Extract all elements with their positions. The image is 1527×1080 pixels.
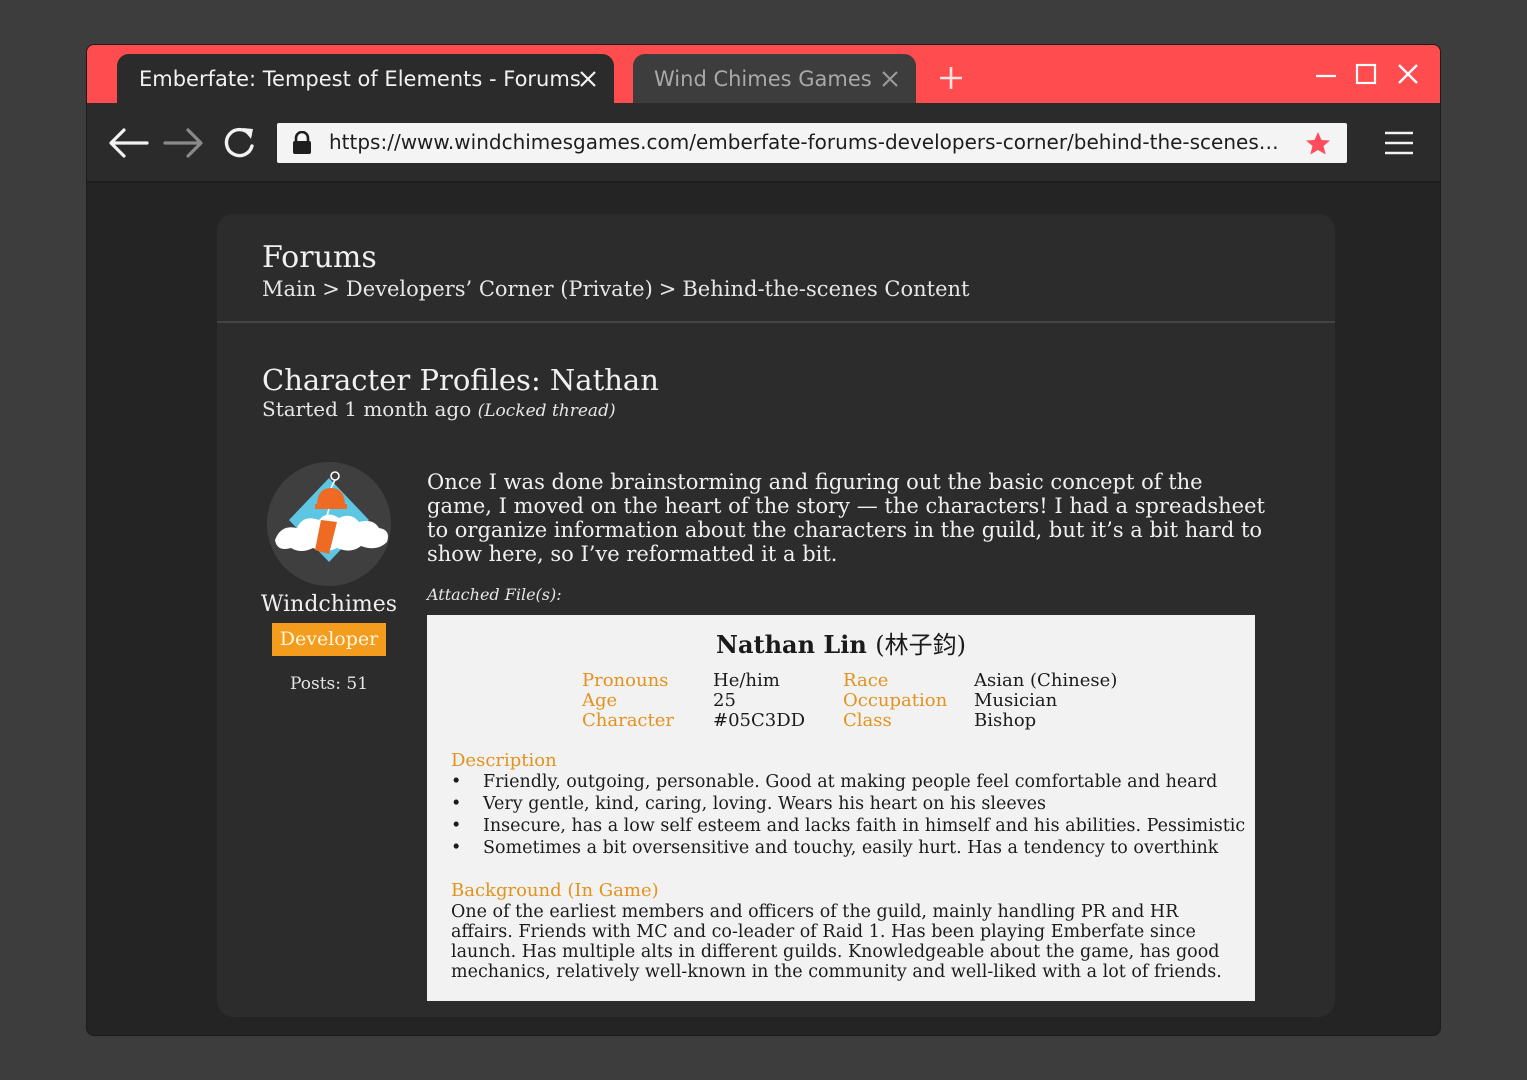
minimize-icon[interactable] <box>1314 62 1338 86</box>
description-heading: Description <box>451 750 557 771</box>
list-item: Sometimes a bit oversensitive and touchy… <box>451 837 1245 859</box>
tab-bar: Emberfate: Tempest of Elements - Forums … <box>87 45 1440 103</box>
breadcrumb-main[interactable]: Main <box>262 277 316 301</box>
left-field-labels: Pronouns Age Character <box>582 671 674 731</box>
wind-chime-logo-icon <box>267 462 391 586</box>
hamburger-menu-icon[interactable] <box>1383 127 1415 159</box>
close-icon[interactable] <box>578 69 598 89</box>
field-value-class: Bishop <box>974 710 1037 731</box>
breadcrumb-separator: > <box>658 277 677 301</box>
close-window-icon[interactable] <box>1396 62 1420 86</box>
character-profile-sheet: Nathan Lin (林子鈞) Pronouns Age Character … <box>427 615 1255 1001</box>
post-body: Once I was done brainstorming and figuri… <box>427 470 1265 566</box>
header-divider <box>217 321 1335 323</box>
field-label-class: Class <box>843 710 892 731</box>
new-tab-plus-icon[interactable] <box>938 65 964 91</box>
address-bar[interactable]: https://www.windchimesgames.com/emberfat… <box>277 123 1347 163</box>
attachments-label: Attached File(s): <box>427 585 562 604</box>
field-label-pronouns: Pronouns <box>582 670 669 691</box>
bookmark-star-icon[interactable] <box>1305 131 1331 156</box>
character-name: Nathan Lin (林子鈞) <box>427 625 1255 660</box>
list-item: Friendly, outgoing, personable. Good at … <box>451 771 1245 793</box>
breadcrumb-developers-corner[interactable]: Developers’ Corner (Private) <box>346 277 653 301</box>
tab-label: Wind Chimes Games <box>654 66 872 91</box>
browser-window: Emberfate: Tempest of Elements - Forums … <box>86 44 1441 1036</box>
character-name-cjk: (林子鈞) <box>875 631 966 659</box>
tab-wind-chimes[interactable]: Wind Chimes Games <box>633 54 916 103</box>
breadcrumb-behind-the-scenes[interactable]: Behind-the-scenes Content <box>682 277 969 301</box>
forum-title: Forums <box>262 240 377 275</box>
author-post-count: Posts: 51 <box>289 674 369 694</box>
browser-toolbar: https://www.windchimesgames.com/emberfat… <box>87 103 1440 183</box>
tab-forums[interactable]: Emberfate: Tempest of Elements - Forums <box>117 54 614 103</box>
forward-arrow-icon[interactable] <box>163 124 205 162</box>
background-text: One of the earliest members and officers… <box>451 902 1222 982</box>
tab-label: Emberfate: Tempest of Elements - Forums <box>139 66 581 91</box>
avatar[interactable] <box>267 462 391 586</box>
close-icon[interactable] <box>880 69 900 89</box>
thread-title: Character Profiles: Nathan <box>262 363 659 397</box>
left-field-values: He/him 25 #05C3DD <box>713 671 805 731</box>
lock-icon <box>293 131 311 154</box>
right-field-labels: Race Occupation Class <box>843 671 947 731</box>
character-name-latin: Nathan Lin <box>716 630 867 659</box>
thread-meta: Started 1 month ago (Locked thread) <box>262 397 616 421</box>
forum-panel: Forums Main > Developers’ Corner (Private)… <box>217 214 1335 1017</box>
background-heading: Background (In Game) <box>451 880 659 901</box>
field-label-race: Race <box>843 670 889 691</box>
field-value-pronouns: He/him <box>713 670 780 691</box>
reload-icon[interactable] <box>219 124 261 162</box>
field-value-age: 25 <box>713 690 736 711</box>
maximize-icon[interactable] <box>1354 62 1378 86</box>
field-value-occupation: Musician <box>974 690 1058 711</box>
url-text[interactable]: https://www.windchimesgames.com/emberfat… <box>329 130 1297 154</box>
thread-locked-status: (Locked thread) <box>477 401 616 421</box>
list-item: Insecure, has a low self esteem and lack… <box>451 815 1245 837</box>
breadcrumb: Main > Developers’ Corner (Private) > Behind… <box>262 277 969 301</box>
field-label-character: Character <box>582 710 675 731</box>
right-field-values: Asian (Chinese) Musician Bishop <box>974 671 1117 731</box>
field-value-character: #05C3DD <box>713 710 806 731</box>
thread-started: Started 1 month ago <box>262 397 472 421</box>
breadcrumb-separator: > <box>322 277 340 301</box>
field-label-occupation: Occupation <box>843 690 948 711</box>
back-arrow-icon[interactable] <box>107 124 149 162</box>
author-username[interactable]: Windchimes <box>237 592 421 617</box>
field-value-race: Asian (Chinese) <box>974 670 1118 691</box>
description-list: Friendly, outgoing, personable. Good at … <box>451 771 1245 859</box>
developer-badge: Developer <box>272 623 386 656</box>
list-item: Very gentle, kind, caring, loving. Wears… <box>451 793 1245 815</box>
field-label-age: Age <box>582 690 618 711</box>
